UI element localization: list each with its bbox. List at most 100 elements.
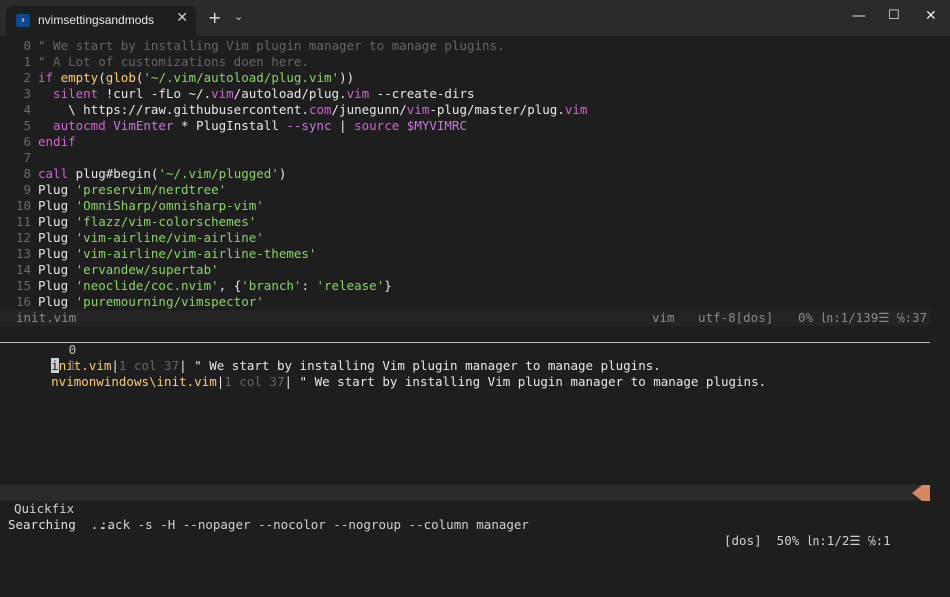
code-token: com	[308, 102, 332, 117]
minimize-button[interactable]: —	[852, 8, 866, 24]
code-token: Plug	[38, 198, 76, 213]
code-text: Plug 'puremourning/vimspector'	[38, 294, 264, 310]
statusline-filename: init.vim	[16, 310, 77, 325]
code-token: empty	[60, 70, 99, 85]
code-token: --create-dirs	[369, 86, 475, 101]
code-token: Plug	[38, 278, 76, 293]
quickfix-file: nvimonwindows\init.vim	[51, 374, 217, 389]
code-token: $MYVIMRC	[406, 118, 468, 133]
code-token: 'puremourning/vimspector'	[75, 294, 264, 309]
maximize-button[interactable]: ☐	[888, 8, 900, 23]
code-text: " A Lot of customizations doen here.	[38, 54, 309, 70]
code-token: 'OmniSharp/omnisharp-vim'	[75, 198, 264, 213]
code-text: endif	[38, 134, 76, 150]
code-token: Plug	[38, 230, 76, 245]
code-token: --sync	[286, 118, 332, 133]
statusline-top: init.vim vim utf-8[dos] 0% ㏑:1/139☰ ℅:37	[0, 310, 930, 326]
code-token: vim	[406, 102, 430, 117]
line-number: 14	[15, 262, 31, 277]
code-token: plug#begin(	[75, 166, 159, 181]
quickfix-row-current[interactable]: 0 init.vim|1 col 37| " We start by insta…	[0, 326, 930, 373]
code-token: if	[38, 70, 61, 85]
code-token: * PlugInstall	[173, 118, 287, 133]
line-number: 1	[23, 54, 31, 69]
code-token: 'ervandew/supertab'	[75, 262, 219, 277]
code-token: Plug	[38, 262, 76, 277]
statusline-encoding: utf-8[dos]	[698, 310, 774, 325]
code-token: -plug/master/plug.	[429, 102, 565, 117]
code-token: 'release'	[316, 278, 385, 293]
line-number: 1	[68, 358, 77, 373]
line-number: 10	[15, 198, 31, 213]
tab-nvimsettingsandmods[interactable]: › nvimsettingsandmods ✕	[6, 6, 196, 36]
statusline-position: [dos] 50% ㏑:1/2☰ ℅:1	[724, 533, 891, 548]
code-token: :	[301, 278, 317, 293]
line-number: 13	[15, 246, 31, 261]
statusline-filetype: vim	[652, 310, 675, 325]
code-token: Plug	[38, 214, 76, 229]
code-token: 'branch'	[241, 278, 302, 293]
code-token: /autoload/plug.	[233, 86, 347, 101]
code-token: )	[278, 166, 287, 181]
code-text: Plug 'vim-airline/vim-airline'	[38, 230, 264, 246]
code-text: Plug 'neoclide/coc.nvim', {'branch': 're…	[38, 278, 392, 294]
code-token: Plug	[38, 294, 76, 309]
line-number: 6	[23, 134, 31, 149]
code-text: call plug#begin('~/.vim/plugged')	[38, 166, 286, 182]
chevron-down-icon[interactable]: ⌄	[234, 10, 243, 23]
close-button[interactable]: ✕	[925, 8, 937, 24]
line-number: 11	[15, 214, 31, 229]
line-number: 2	[23, 70, 31, 85]
code-token: 'preservim/nerdtree'	[75, 182, 227, 197]
code-token: /junegunn/	[331, 102, 407, 117]
quickfix-row[interactable]: 1 nvimonwindows\init.vim|1 col 37| " We …	[0, 342, 930, 389]
code-text: Plug 'vim-airline/vim-airline-themes'	[38, 246, 316, 262]
code-token: ))	[339, 70, 355, 85]
command-line[interactable]: Searching ...	[0, 501, 930, 532]
close-tab-icon[interactable]: ✕	[176, 10, 188, 26]
code-text: silent !curl -fLo ~/.vim/autoload/plug.v…	[38, 86, 475, 102]
terminal-window: › nvimsettingsandmods ✕ + ⌄ — ☐ ✕ 0 " We …	[0, 0, 950, 548]
line-number: 3	[23, 86, 31, 101]
title-bar: › nvimsettingsandmods ✕ + ⌄ — ☐ ✕	[0, 0, 950, 36]
statusline-position: 0% ㏑:1/139☰ ℅:37	[798, 310, 928, 325]
code-text: Plug 'preservim/nerdtree'	[38, 182, 226, 198]
code-token: endif	[38, 134, 76, 149]
line-number: 0	[23, 38, 31, 53]
code-token: 'vim-airline/vim-airline'	[75, 230, 264, 245]
powershell-icon: ›	[16, 14, 30, 27]
line-number: 7	[23, 150, 31, 165]
code-text: Plug 'flazz/vim-colorschemes'	[38, 214, 256, 230]
new-tab-button[interactable]: +	[208, 8, 221, 27]
statusline-accent	[922, 485, 930, 501]
command-line-text: Searching ...	[8, 517, 114, 532]
code-token: glob	[105, 70, 136, 85]
code-token: VimEnter	[113, 118, 174, 133]
statusline-separator-icon	[912, 485, 922, 501]
code-token: silent	[38, 86, 106, 101]
tab-title: nvimsettingsandmods	[38, 13, 155, 27]
code-text: if empty(glob('~/.vim/autoload/plug.vim'…	[38, 70, 354, 86]
code-token: " We start by installing Vim plugin mana…	[38, 38, 505, 53]
code-text: autocmd VimEnter * PlugInstall --sync | …	[38, 118, 467, 134]
line-number: 5	[23, 118, 31, 133]
code-token: Plug	[38, 182, 76, 197]
code-token: 'vim-airline/vim-airline-themes'	[75, 246, 317, 261]
line-number: 16	[15, 294, 31, 309]
line-number: 4	[23, 102, 31, 117]
code-token: vim	[346, 86, 370, 101]
line-number: 15	[15, 278, 31, 293]
code-token: 'flazz/vim-colorschemes'	[75, 214, 257, 229]
scrollbar[interactable]	[932, 38, 946, 518]
code-token: source	[354, 118, 407, 133]
line-number: 12	[15, 230, 31, 245]
code-token: (	[98, 70, 106, 85]
code-token: " A Lot of customizations doen here.	[38, 54, 309, 69]
code-token: |	[331, 118, 355, 133]
code-text: Plug 'ervandew/supertab'	[38, 262, 219, 278]
quickfix-location: 1 col 37	[224, 374, 285, 389]
code-text: " We start by installing Vim plugin mana…	[38, 38, 505, 54]
code-token: '~/.vim/plugged'	[158, 166, 279, 181]
line-number: 8	[23, 166, 31, 181]
code-token: call	[38, 166, 76, 181]
